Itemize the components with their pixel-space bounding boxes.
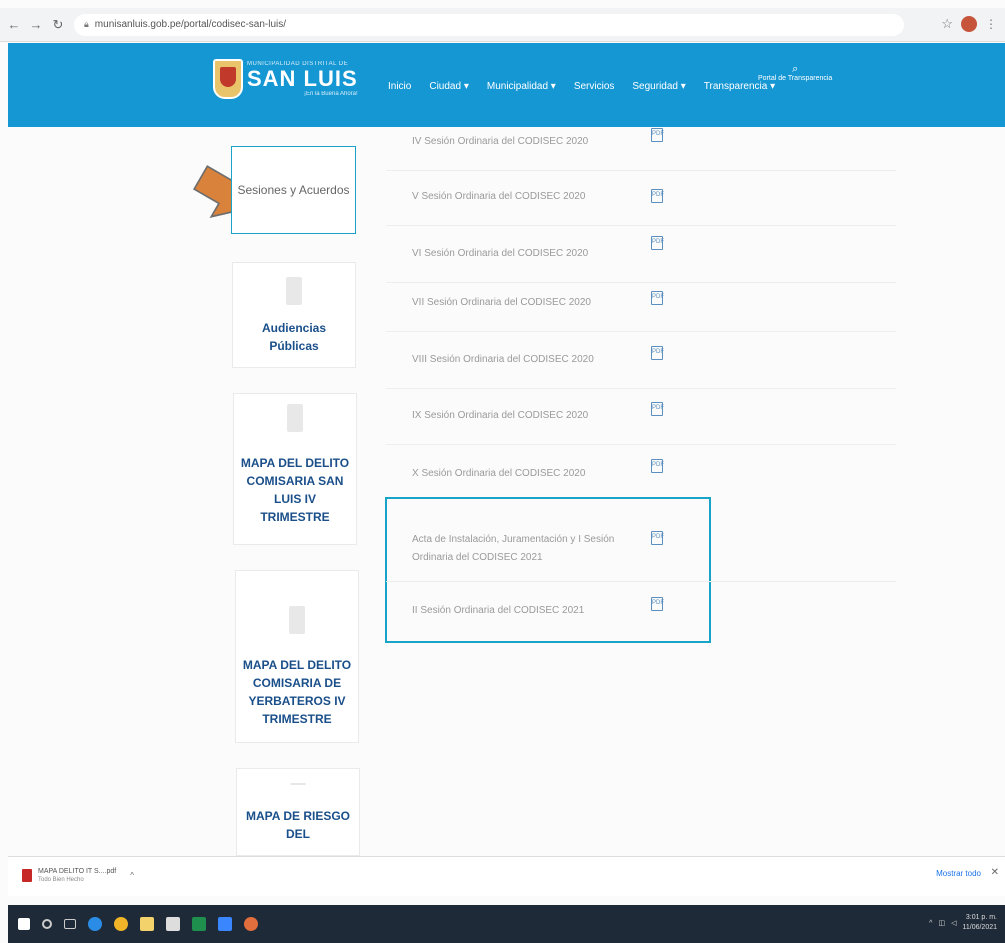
document-title[interactable]: V Sesión Ordinaria del CODISEC 2020 [412,188,632,206]
card-label: Sesiones y Acuerdos [237,183,350,197]
menu-kebab-icon[interactable]: ⋮ [985,17,997,31]
main-nav: Inicio Ciudad ▾ Municipalidad ▾ Servicio… [388,81,775,92]
document-title[interactable]: VI Sesión Ordinaria del CODISEC 2020 [412,245,632,263]
edge-browser-icon[interactable] [88,917,102,931]
logo-slogan: ¡En la Buena Ahora! [303,91,358,97]
site-logo[interactable]: MUNICIPALIDAD DISTRITAL DE SAN LUIS ¡En … [213,59,358,99]
windows-taskbar: ^ ◫ ◁ 3:01 p. m. 11/06/2021 [8,905,1005,943]
clock-date: 11/06/2021 [962,924,997,931]
download-bar: MAPA DELITO IT S....pdf Todo Bien Hecho … [8,856,1005,896]
download-file-name: MAPA DELITO IT S....pdf [38,868,117,875]
sidebar-card-mapa-delito-yerbateros[interactable]: MAPA DEL DELITO COMISARIA DE YERBATEROS … [235,570,359,743]
document-icon [290,783,306,785]
nav-item-municipalidad[interactable]: Municipalidad ▾ [487,81,556,92]
clock[interactable]: 3:01 p. m. 11/06/2021 [962,913,997,933]
store-icon[interactable] [166,917,180,931]
chevron-up-icon[interactable]: ^ [929,920,932,927]
url-text: munisanluis.gob.pe/portal/codisec-san-lu… [94,19,287,30]
network-icon[interactable]: ◫ [938,919,945,927]
logo-text: MUNICIPALIDAD DISTRITAL DE SAN LUIS ¡En … [247,61,358,97]
volume-icon[interactable]: ◁ [951,919,956,927]
document-row[interactable]: IX Sesión Ordinaria del CODISEC 2020 PDF [386,388,896,445]
document-row[interactable]: VII Sesión Ordinaria del CODISEC 2020 PD… [386,275,896,332]
forward-icon[interactable]: → [28,17,44,33]
transparency-portal-link[interactable]: ⌕ Portal de Transparencia [758,63,833,83]
pdf-file-icon[interactable]: PDF [651,346,664,360]
chrome-browser-icon[interactable] [114,917,128,931]
close-icon[interactable]: ✕ [991,867,999,878]
excel-icon[interactable] [192,917,206,931]
document-title[interactable]: VII Sesión Ordinaria del CODISEC 2020 [412,294,632,312]
document-icon [287,404,303,432]
download-item[interactable]: MAPA DELITO IT S....pdf Todo Bien Hecho … [22,867,134,883]
reload-icon[interactable]: ↻ [50,17,66,33]
search-icon: ⌕ [792,63,799,75]
document-title[interactable]: Acta de Instalación, Juramentación y I S… [412,531,622,567]
pdf-file-icon[interactable]: PDF [651,402,664,416]
profile-avatar[interactable] [961,16,977,32]
clock-time: 3:01 p. m. [965,914,997,921]
document-title[interactable]: IV Sesión Ordinaria del CODISEC 2020 [412,133,632,151]
sidebar-card-audiencias[interactable]: Audiencias Públicas [232,262,356,368]
document-row[interactable]: V Sesión Ordinaria del CODISEC 2020 PDF [386,169,896,226]
nav-item-ciudad[interactable]: Ciudad ▾ [429,81,469,92]
show-all-downloads-button[interactable]: Mostrar todo [936,869,981,878]
pdf-file-icon[interactable]: PDF [651,531,664,545]
card-label: MAPA DE RIESGO DEL [245,809,350,841]
document-row[interactable]: VIII Sesión Ordinaria del CODISEC 2020 P… [386,332,896,389]
crest-icon [213,59,243,99]
browser-actions: ☆ ⋮ [941,16,997,32]
system-tray: ^ ◫ ◁ 3:01 p. m. 11/06/2021 [929,913,997,933]
pdf-file-icon[interactable]: PDF [651,189,664,203]
pdf-file-icon[interactable]: PDF [651,597,664,611]
pdf-file-icon[interactable]: PDF [651,236,664,250]
search-icon[interactable] [42,919,52,929]
document-icon [286,277,302,305]
lock-icon: 🔒︎ [84,19,89,29]
document-row[interactable]: X Sesión Ordinaria del CODISEC 2020 PDF [386,445,896,502]
download-text: MAPA DELITO IT S....pdf Todo Bien Hecho [38,867,116,883]
sidebar-card-mapa-delito-san-luis[interactable]: MAPA DEL DELITO COMISARIA SAN LUIS IV TR… [233,393,357,545]
sidebar-card-sesiones-acuerdos[interactable]: Sesiones y Acuerdos [231,146,356,234]
pdf-file-icon[interactable]: PDF [651,128,664,142]
nav-item-servicios[interactable]: Servicios [574,81,615,92]
app-icon[interactable] [244,917,258,931]
address-bar[interactable]: 🔒︎ munisanluis.gob.pe/portal/codisec-san… [74,13,904,36]
document-row[interactable]: II Sesión Ordinaria del CODISEC 2021 PDF [386,582,896,639]
pdf-file-icon[interactable]: PDF [651,291,664,305]
file-explorer-icon[interactable] [140,917,154,931]
document-row[interactable]: IV Sesión Ordinaria del CODISEC 2020 PDF [386,114,896,171]
pdf-file-icon [22,868,32,882]
document-title[interactable]: VIII Sesión Ordinaria del CODISEC 2020 [412,351,632,369]
task-view-icon[interactable] [64,919,76,929]
mail-icon[interactable] [218,917,232,931]
chevron-up-icon[interactable]: ^ [130,871,134,880]
logo-top-text: MUNICIPALIDAD DISTRITAL DE [247,61,349,67]
screenshot-frame: ← → ↻ 🔒︎ munisanluis.gob.pe/portal/codis… [0,0,1005,943]
card-label: MAPA DEL DELITO COMISARIA SAN LUIS IV TR… [240,456,350,524]
document-title[interactable]: X Sesión Ordinaria del CODISEC 2020 [412,465,632,483]
nav-item-inicio[interactable]: Inicio [388,81,411,92]
pdf-file-icon[interactable]: PDF [651,459,664,473]
download-status: Todo Bien Hecho [38,877,84,883]
bookmark-star-icon[interactable]: ☆ [941,16,953,32]
document-icon [289,606,305,634]
nav-item-seguridad[interactable]: Seguridad ▾ [632,81,685,92]
windows-start-icon[interactable] [18,918,30,930]
transparency-portal-label: Portal de Transparencia [758,75,833,82]
browser-toolbar: ← → ↻ 🔒︎ munisanluis.gob.pe/portal/codis… [0,8,1005,42]
document-title[interactable]: IX Sesión Ordinaria del CODISEC 2020 [412,407,632,425]
card-label: Audiencias Públicas [261,321,327,353]
logo-name: SAN LUIS [247,66,358,91]
document-title[interactable]: II Sesión Ordinaria del CODISEC 2021 [412,602,632,620]
back-icon[interactable]: ← [6,17,22,33]
card-label: MAPA DEL DELITO COMISARIA DE YERBATEROS … [242,658,352,726]
sidebar-card-mapa-riesgo[interactable]: MAPA DE RIESGO DEL [236,768,360,856]
document-row[interactable]: Acta de Instalación, Juramentación y I S… [386,516,896,582]
